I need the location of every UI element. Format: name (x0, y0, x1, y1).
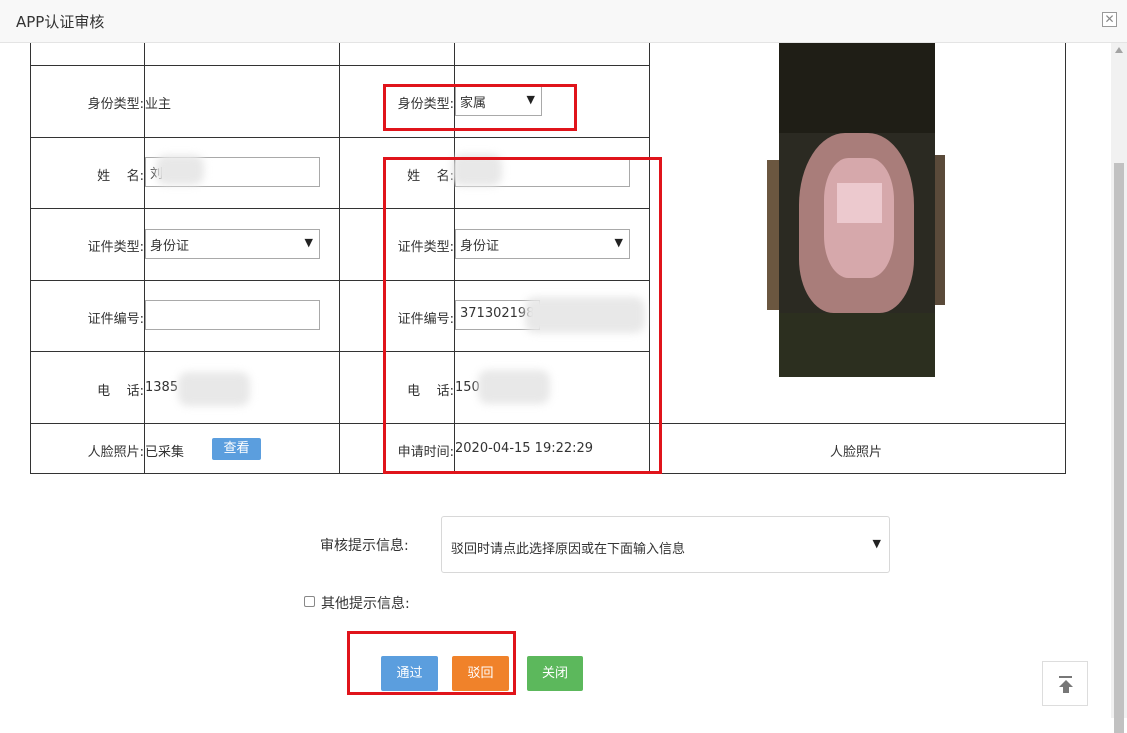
left-identity-type-value: 业主 (145, 97, 172, 112)
dropdown-arrow-icon: ▼ (304, 236, 313, 249)
back-to-top-icon[interactable] (1042, 661, 1088, 706)
other-info-label: 其他提示信息: (321, 596, 410, 612)
view-photo-button[interactable]: 查看 (212, 438, 261, 460)
pass-button[interactable]: 通过 (381, 656, 438, 691)
review-prompt-placeholder: 驳回时请点此选择原因或在下面输入信息 (451, 542, 686, 557)
left-id-number-field[interactable] (145, 300, 320, 330)
left-id-type-select[interactable]: 身份证 ▼ (145, 229, 320, 259)
redaction-blur (156, 155, 204, 185)
scroll-up-icon[interactable] (1115, 47, 1123, 53)
highlight-box (383, 157, 662, 474)
close-icon[interactable]: ✕ (1102, 12, 1117, 27)
face-photo (779, 43, 935, 377)
left-phone-label: 电 话: (97, 384, 144, 399)
left-name-label: 姓 名: (97, 169, 144, 184)
dialog-titlebar: APP认证审核 ✕ (0, 0, 1127, 43)
scrollbar-thumb[interactable] (1114, 163, 1124, 733)
left-id-type-label: 证件类型: (87, 240, 144, 255)
highlight-box (383, 84, 577, 131)
review-prompt-label: 审核提示信息: (320, 538, 409, 554)
face-photo-caption: 人脸照片 (830, 445, 883, 460)
close-button[interactable]: 关闭 (527, 656, 583, 691)
left-face-status: 已采集 (145, 445, 185, 460)
left-identity-type-label: 身份类型: (87, 97, 144, 112)
vertical-scrollbar[interactable] (1111, 43, 1127, 733)
reject-button[interactable]: 驳回 (452, 656, 509, 691)
left-phone-value: 1385 (145, 380, 179, 395)
left-face-label: 人脸照片: (87, 445, 144, 460)
left-id-type-value: 身份证 (150, 239, 190, 254)
other-info-checkbox[interactable] (304, 596, 315, 607)
dropdown-arrow-icon: ▼ (872, 537, 881, 550)
review-prompt-select[interactable]: 驳回时请点此选择原因或在下面输入信息 ▼ (441, 516, 890, 573)
redaction-blur (178, 372, 250, 406)
dialog-title: APP认证审核 (16, 13, 105, 31)
left-id-number-label: 证件编号: (87, 312, 144, 327)
